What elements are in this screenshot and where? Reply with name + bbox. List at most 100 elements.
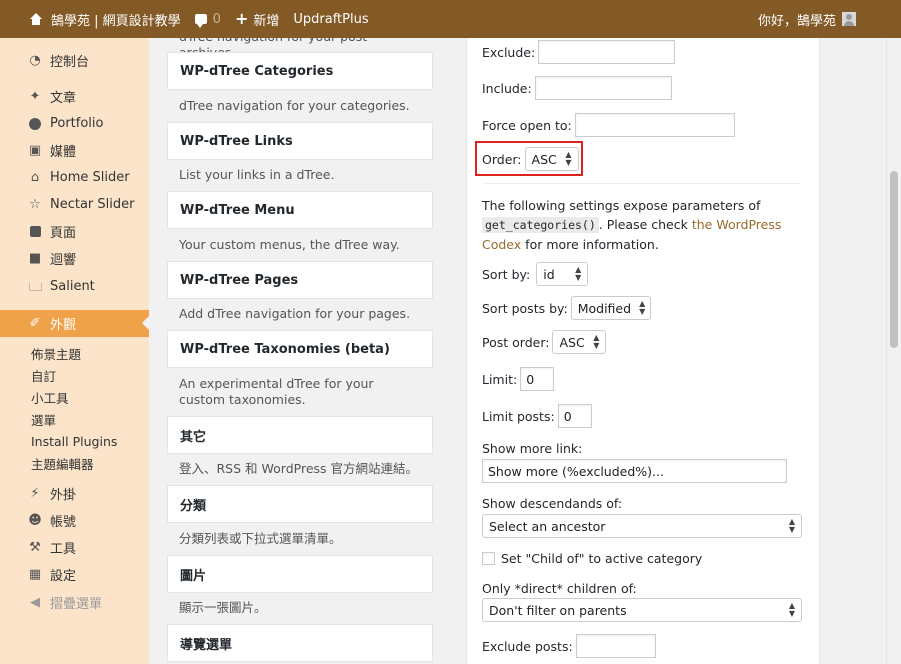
child-of-checkbox[interactable]	[482, 552, 495, 565]
admin-bar: 鵠學苑 | 網頁設計教學 0 + 新增 UpdraftPlus 你好，鵠學苑	[0, 0, 901, 38]
widget-desc: Your custom menus, the dTree way.	[179, 237, 400, 252]
submenu-item-install-plugins[interactable]: Install Plugins	[31, 430, 117, 452]
submenu-item-customize[interactable]: 自訂	[31, 364, 56, 386]
home-icon	[29, 13, 43, 25]
site-name-link[interactable]: 鵠學苑 | 網頁設計教學	[22, 0, 188, 38]
new-content-link[interactable]: + 新增	[228, 0, 286, 38]
widget-wp-dtree-taxonomies[interactable]: WP-dTree Taxonomies (beta)	[167, 330, 433, 368]
sidebar-item-nectar-slider[interactable]: ☆ Nectar Slider	[0, 191, 149, 218]
widget-wp-dtree-menu[interactable]: WP-dTree Menu	[167, 191, 433, 229]
order-row: Order: ASC ▲ ▼	[482, 147, 579, 171]
show-more-row: Show more (%excluded%)...	[482, 459, 787, 483]
comments-count: 0	[212, 11, 221, 27]
media-icon: ▣	[28, 143, 42, 158]
exclude-row: Exclude:	[482, 40, 676, 64]
direct-children-row: Don't filter on parents ▲ ▼	[482, 598, 802, 622]
widget-image[interactable]: 圖片	[167, 555, 433, 593]
limit-input[interactable]: 0	[520, 367, 555, 391]
sidebar-item-tools[interactable]: ⚒ 工具	[0, 534, 149, 561]
post-order-row: Post order: ASC ▲ ▼	[482, 330, 607, 354]
widget-desc: List your links in a dTree.	[179, 167, 335, 182]
sidebar-item-users[interactable]: ☻ 帳號	[0, 507, 149, 534]
sidebar-collapse-menu[interactable]: ◀ 摺疊選單	[0, 589, 149, 616]
available-widgets: dTree navigation for your post archives.…	[149, 38, 449, 664]
force-open-input[interactable]	[574, 113, 735, 137]
sidebar-item-dashboard[interactable]: ◔ 控制台	[0, 47, 149, 74]
limit-row: Limit: 0	[482, 367, 555, 391]
site-name: 鵠學苑 | 網頁設計教學	[51, 13, 181, 29]
exclude-posts-input[interactable]	[575, 634, 656, 658]
widget-desc: 登入、RSS 和 WordPress 官方網站連結。	[179, 461, 419, 476]
comments-link[interactable]: 0	[188, 0, 228, 38]
home-icon: ⌂	[30, 170, 40, 185]
crown-icon	[28, 280, 42, 294]
widget-settings-panel: Exclude: Include: Force open to: Order: …	[466, 38, 820, 664]
widget-categories[interactable]: 分類	[167, 485, 433, 523]
scrollbar[interactable]	[886, 38, 901, 664]
plugin-icon: ⚡	[30, 486, 40, 501]
settings-icon: ▦	[28, 567, 42, 582]
sidebar-item-comments[interactable]: ■ 迴響	[0, 245, 149, 272]
submenu-item-theme-editor[interactable]: 主題編輯器	[31, 452, 94, 474]
account-menu[interactable]: 你好，鵠學苑	[751, 0, 863, 38]
widget-wp-dtree-pages[interactable]: WP-dTree Pages	[167, 261, 433, 299]
sort-by-row: Sort by: id ▲ ▼	[482, 262, 589, 286]
scrollbar-thumb[interactable]	[890, 171, 898, 348]
sidebar-item-media[interactable]: ▣ 媒體	[0, 137, 149, 164]
submenu-item-widgets[interactable]: 小工具	[31, 386, 69, 408]
widget-wp-dtree-links[interactable]: WP-dTree Links	[167, 122, 433, 160]
sidebar-item-settings[interactable]: ▦ 設定	[0, 561, 149, 588]
select-arrows-icon: ▲ ▼	[575, 265, 582, 282]
sort-by-select[interactable]: id ▲ ▼	[536, 262, 589, 286]
force-open-row: Force open to:	[482, 113, 735, 137]
sidebar-item-home-slider[interactable]: ⌂ Home Slider	[0, 164, 149, 191]
descendants-select[interactable]: Select an ancestor ▲ ▼	[482, 514, 802, 538]
submenu-item-themes[interactable]: 佈景主題	[31, 342, 81, 364]
submenu-item-menus[interactable]: 選單	[31, 408, 56, 430]
exclude-input[interactable]	[538, 40, 676, 64]
direct-children-select[interactable]: Don't filter on parents ▲ ▼	[482, 598, 802, 622]
descendants-row: Select an ancestor ▲ ▼	[482, 514, 802, 538]
select-arrows-icon: ▲ ▼	[639, 299, 646, 316]
sidebar-item-appearance[interactable]: ✐ 外觀	[0, 310, 149, 337]
wrench-icon: ⚒	[29, 540, 41, 555]
page-icon	[28, 225, 42, 239]
descendants-label: Show descendands of:	[482, 496, 623, 511]
sidebar-item-portfolio[interactable]: Portfolio	[0, 110, 149, 137]
greeting: 你好，鵠學苑	[757, 13, 836, 29]
post-order-select[interactable]: ASC ▲ ▼	[552, 330, 607, 354]
updraftplus-label: UpdraftPlus	[293, 11, 369, 27]
admin-sidebar: ◔ 控制台 ✦ 文章 Portfolio ▣ 媒體 ⌂ Home Slider ☆ Nec…	[0, 38, 149, 664]
dashboard-icon: ◔	[29, 53, 41, 68]
widget-wp-dtree-categories[interactable]: WP-dTree Categories	[167, 52, 433, 90]
updraftplus-link[interactable]: UpdraftPlus	[286, 0, 375, 38]
sidebar-item-posts[interactable]: ✦ 文章	[0, 83, 149, 110]
pin-icon: ✦	[29, 89, 41, 104]
select-arrows-icon: ▲ ▼	[788, 517, 795, 534]
include-row: Include:	[482, 76, 672, 100]
select-arrows-icon: ▲ ▼	[593, 333, 600, 350]
user-icon: ☻	[28, 513, 42, 528]
child-of-row: Set "Child of" to active category	[482, 551, 702, 566]
sidebar-item-pages[interactable]: 頁面	[0, 218, 149, 245]
widget-meta[interactable]: 其它	[167, 416, 433, 454]
select-arrows-icon: ▲ ▼	[565, 150, 572, 167]
limit-posts-row: Limit posts: 0	[482, 404, 592, 428]
star-icon: ☆	[29, 197, 41, 212]
sidebar-item-plugins[interactable]: ⚡ 外掛	[0, 480, 149, 507]
help-paragraph: The following settings expose parameters…	[482, 198, 782, 252]
limit-posts-input[interactable]: 0	[557, 404, 592, 428]
portfolio-icon	[28, 117, 42, 131]
include-input[interactable]	[534, 76, 672, 100]
sort-posts-select[interactable]: Modified ▲ ▼	[570, 296, 651, 320]
widget-desc: An experimental dTree for your custom ta…	[179, 376, 374, 407]
widget-desc: 分類列表或下拉式選單清單。	[179, 531, 342, 546]
sort-posts-row: Sort posts by: Modified ▲ ▼	[482, 296, 651, 320]
show-more-input[interactable]: Show more (%excluded%)...	[482, 459, 787, 483]
widget-desc: 顯示一張圖片。	[179, 600, 267, 615]
widget-desc: Add dTree navigation for your pages.	[179, 306, 411, 321]
order-select[interactable]: ASC ▲ ▼	[524, 147, 579, 171]
new-label: 新增	[253, 13, 280, 29]
sidebar-item-salient[interactable]: Salient	[0, 273, 149, 300]
widget-navigation-menu[interactable]: 導覽選單	[167, 624, 433, 662]
